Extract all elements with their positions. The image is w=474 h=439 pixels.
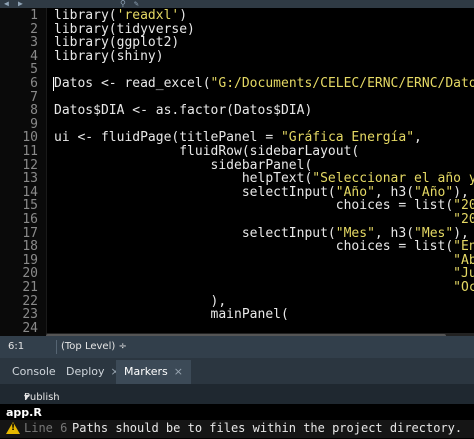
marker-row[interactable]: Line 6 Paths should be to files within t… — [0, 420, 474, 438]
pane-tabs: Console Deploy × Markers × — [0, 358, 474, 384]
editor-toolbar: ◀ ▶ ⚲ ✎ — [0, 0, 474, 8]
text-cursor — [53, 77, 54, 91]
dropdown-arrow-icon: ▾ — [24, 392, 30, 403]
scope-label: (Top Level) — [61, 341, 116, 352]
scope-arrow-icon: ÷ — [118, 341, 127, 352]
search-icon[interactable]: ⚲ — [120, 0, 126, 8]
cursor-position: 6:1 — [8, 341, 25, 352]
forward-icon[interactable]: ▶ — [18, 0, 23, 8]
tab-markers[interactable]: Markers × — [116, 360, 191, 384]
marker-message: Paths should be to files within the proj… — [72, 421, 463, 435]
close-icon[interactable]: × — [174, 365, 183, 378]
format-icon[interactable]: ✎ — [134, 0, 139, 8]
back-icon[interactable]: ◀ — [4, 0, 9, 8]
tab-label: Markers — [124, 365, 168, 378]
line-number: 24 — [22, 320, 38, 336]
tab-label: Console — [12, 365, 56, 378]
editor-status-bar: 6:1 (Top Level) ÷ — [0, 336, 474, 358]
markers-panel: app.R Line 6 Paths should be to files wi… — [0, 404, 474, 439]
markers-source-bar[interactable]: Publish Content Issues ▾ — [0, 384, 474, 425]
marker-file-name: app.R — [6, 406, 42, 419]
tab-console[interactable]: Console — [4, 360, 64, 384]
warning-icon — [6, 422, 20, 434]
code-editor[interactable]: 1 library('readxl') 2 library(tidyverse) 3 li… — [0, 8, 474, 336]
tab-label: Deploy — [66, 365, 105, 378]
marker-line: Line 6 — [24, 421, 68, 435]
scope-selector[interactable]: (Top Level) ÷ — [56, 340, 131, 354]
